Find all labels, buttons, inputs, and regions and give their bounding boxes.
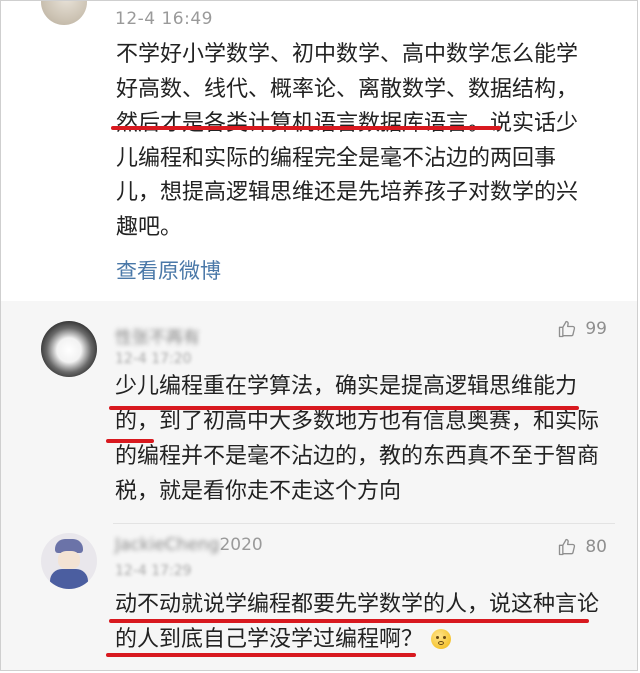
post-text-line: 然后才是各类计算机语言数据库语言。说实话少 (116, 111, 579, 136)
post-text-line: 好高数、线代、概率论、离散数学、数据结构， (116, 76, 579, 102)
comment-text-line: 少儿编程重在学算法，确实是提高逻辑思维能力 (115, 374, 578, 399)
post-text-line: 不学好小学数学、初中数学、高中数学怎么能学 (116, 42, 579, 67)
post-timestamp: 12-4 16:49 (115, 9, 213, 29)
commenter-name[interactable]: JackieCheng2020 (115, 535, 263, 555)
comment-text-line: 税，就是看你走不走这个方向 (115, 479, 402, 504)
comment-timestamp: 12-4 17:20 (115, 351, 192, 367)
like-count: 99 (585, 319, 607, 339)
commenter-name-suffix: 2020 (219, 535, 263, 555)
thumbs-up-icon (557, 319, 577, 339)
commenter-avatar[interactable] (41, 533, 97, 589)
red-underline-annotation (106, 439, 154, 443)
commenter-name-blurred: JackieCheng (115, 535, 220, 555)
screenshot-frame: 12-4 16:49 不学好小学数学、初中数学、高中数学怎么能学 好高数、线代、… (0, 0, 638, 671)
red-underline-annotation (111, 126, 501, 130)
like-button[interactable]: 80 (557, 537, 607, 557)
comment-text: 少儿编程重在学算法，确实是提高逻辑思维能力 的，到了初高中大多数地方也有信息奥赛… (115, 369, 625, 509)
red-underline-annotation (106, 653, 416, 657)
commenter-name[interactable]: 性张不再有 (115, 323, 200, 348)
comment-timestamp: 12-4 17:29 (115, 563, 192, 579)
like-count: 80 (585, 537, 607, 557)
comment-list: 性张不再有 12-4 17:20 99 少儿编程重在学算法，确实是提高逻辑思维能… (1, 301, 637, 670)
post-text-line: 趣吧。 (116, 214, 183, 240)
post-author-avatar[interactable] (41, 1, 87, 25)
red-underline-annotation (109, 406, 579, 410)
like-button[interactable]: 99 (557, 319, 607, 339)
blush-emoji-icon (431, 629, 452, 649)
post-text-line: 儿编程和实际的编程完全是毫不沾边的两回事 (116, 145, 557, 171)
post-text: 不学好小学数学、初中数学、高中数学怎么能学 好高数、线代、概率论、离散数学、数据… (116, 38, 626, 245)
thumbs-up-icon (557, 537, 577, 557)
red-underline-annotation (109, 619, 589, 623)
post-text-line: 儿，想提高逻辑思维还是先培养孩子对数学的兴 (116, 180, 579, 205)
view-original-post-link[interactable]: 查看原微博 (116, 255, 221, 285)
comment-divider (113, 523, 615, 524)
weibo-post: 12-4 16:49 不学好小学数学、初中数学、高中数学怎么能学 好高数、线代、… (1, 1, 637, 301)
comment-text-line: 的人到底自己学没学过编程啊？ (115, 622, 625, 657)
comment-text-line-content: 的人到底自己学没学过编程啊？ (115, 627, 424, 652)
comment-text-line: 的编程并不是毫不沾边的，教的东西真不至于智商 (115, 444, 600, 469)
comment-text-line: 动不动就说学编程都要先学数学的人，说这种言论 (115, 592, 600, 617)
commenter-avatar[interactable] (41, 321, 97, 377)
